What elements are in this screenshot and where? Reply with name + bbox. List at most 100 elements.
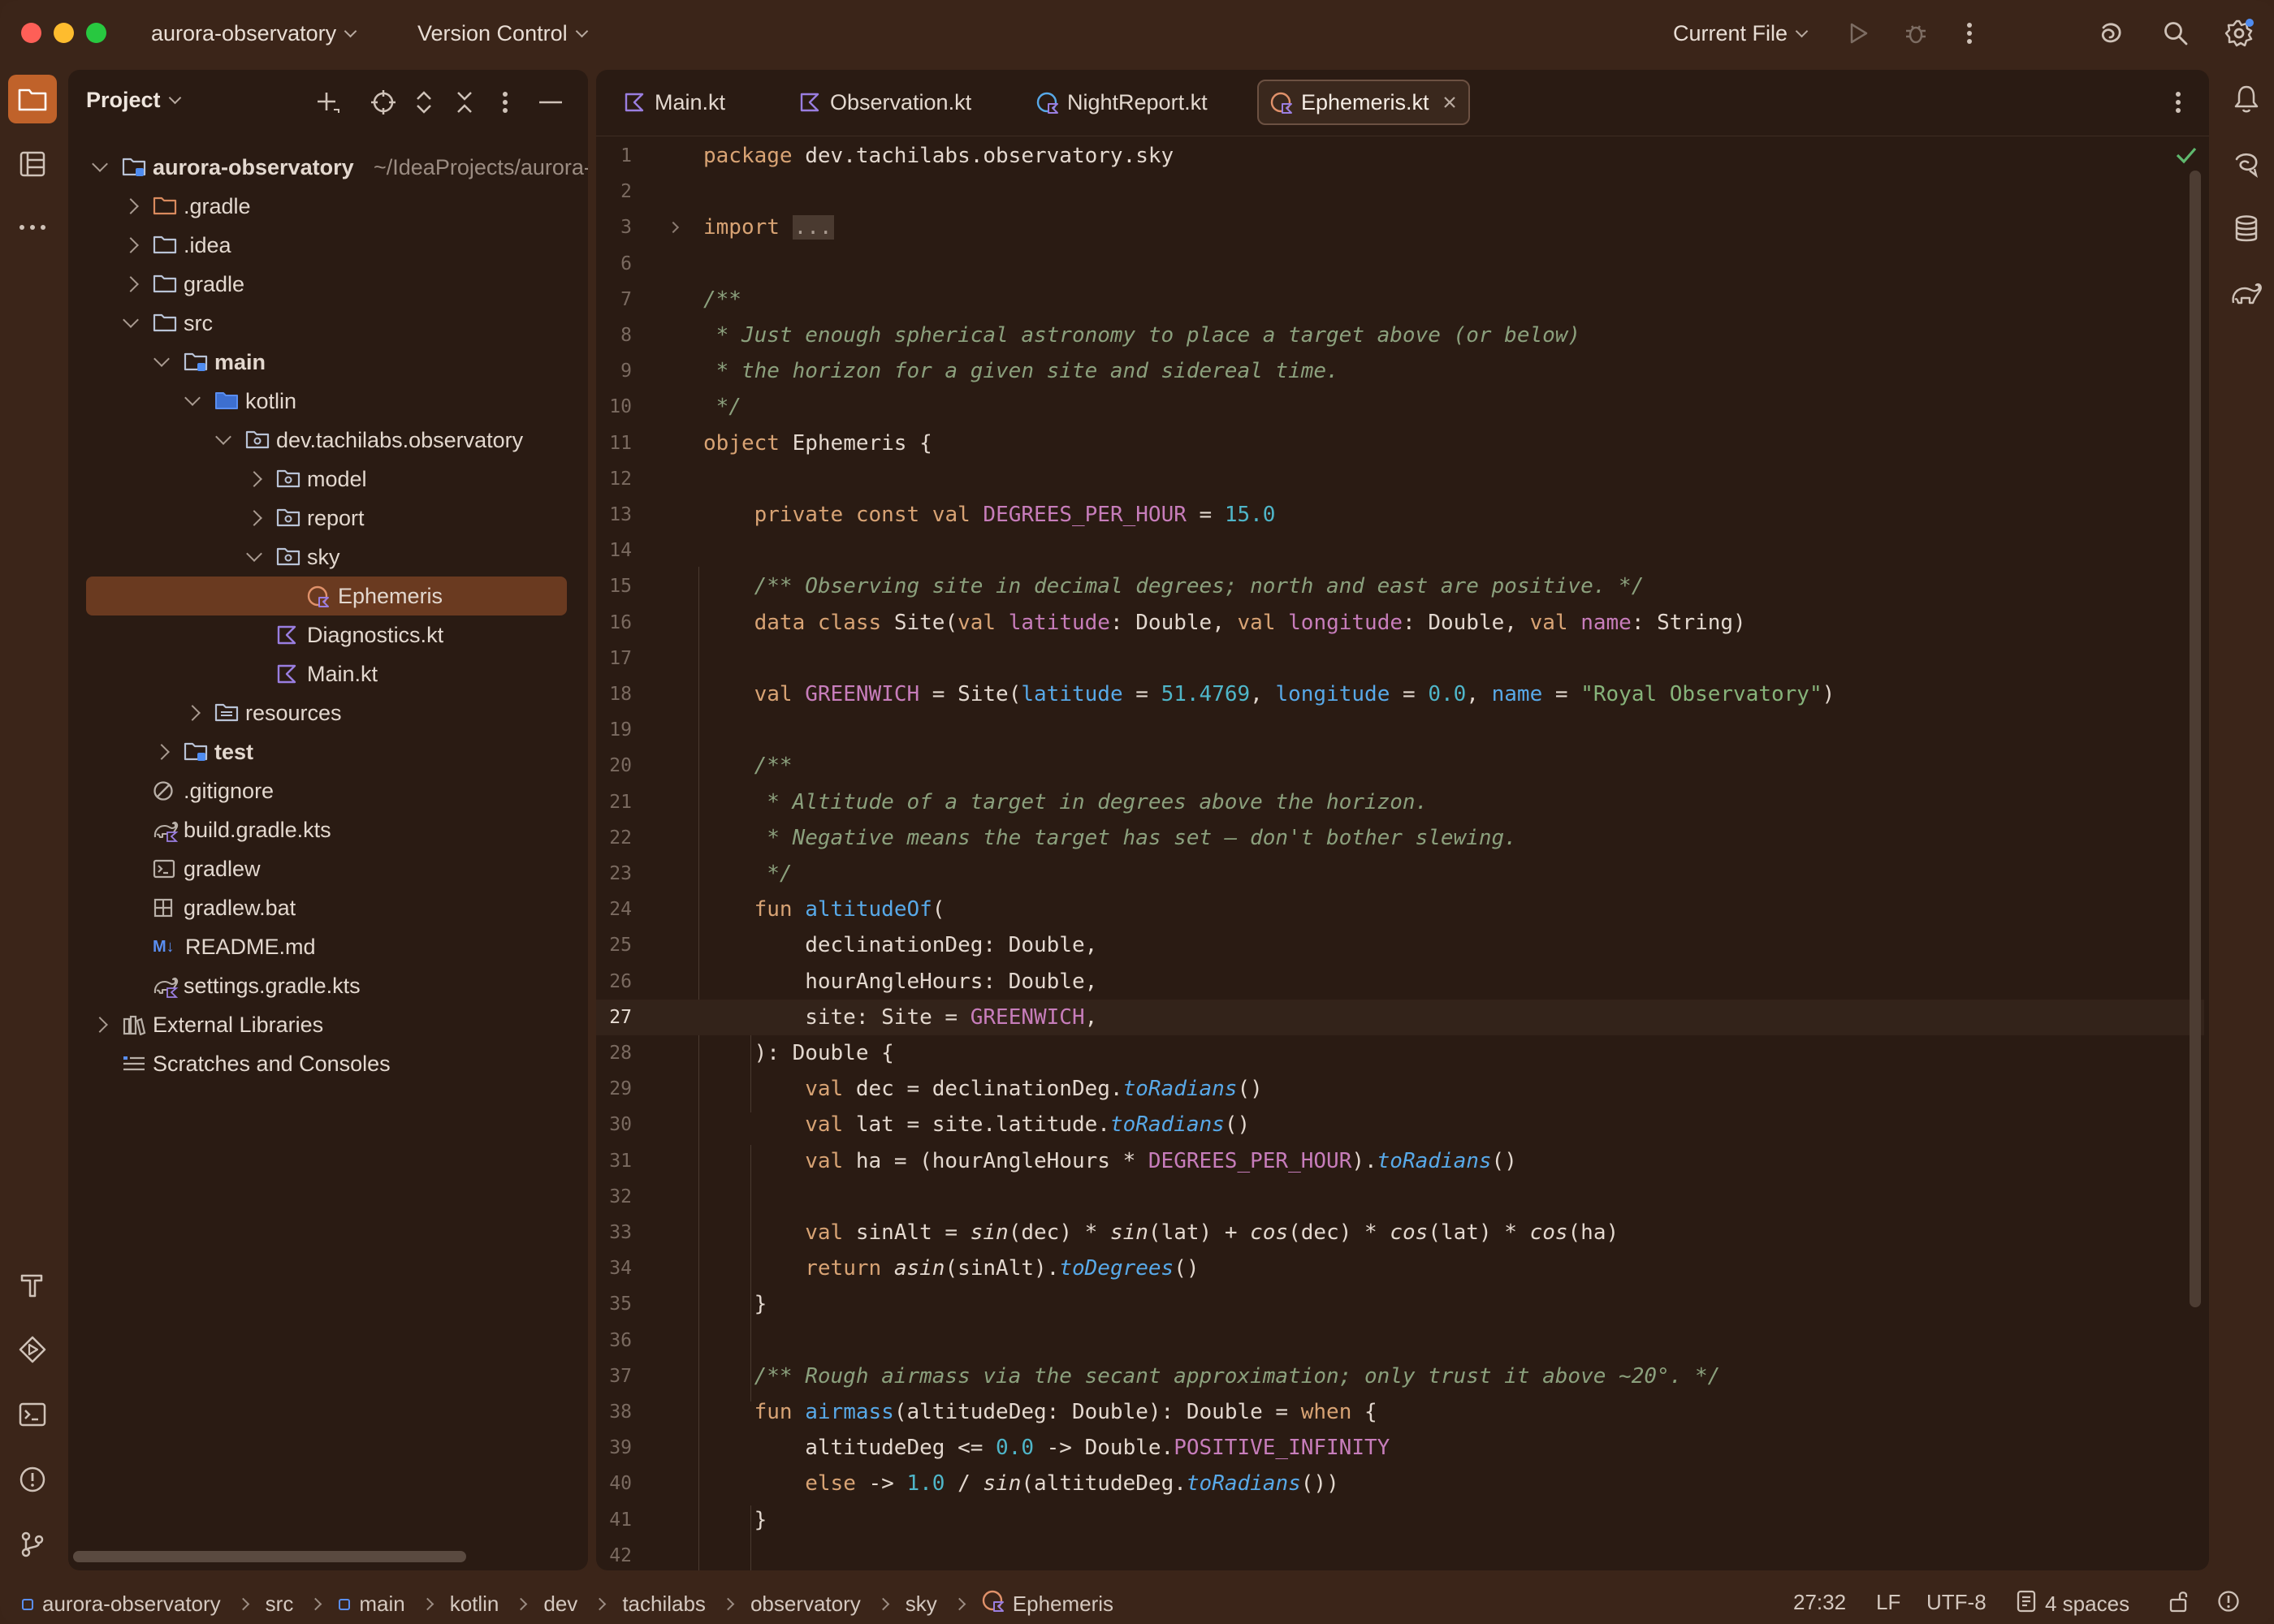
problems-indicator[interactable] [2217, 1590, 2240, 1618]
code-line[interactable]: 34 return asin(sinAlt).toDegrees() [596, 1250, 2204, 1286]
code-line[interactable]: 20 /** [596, 748, 2204, 784]
chevron-down-icon[interactable] [184, 390, 201, 406]
tree-item[interactable]: sky [68, 538, 588, 577]
ai-assistant-icon[interactable] [2094, 16, 2128, 50]
tab-ephemeris-kt[interactable]: Ephemeris.kt [1257, 80, 1470, 125]
code-line[interactable]: 30 val lat = site.latitude.toRadians() [596, 1107, 2204, 1142]
code-line[interactable]: 18 val GREENWICH = Site(latitude = 51.47… [596, 676, 2204, 712]
code-line[interactable]: 2 [596, 174, 2204, 209]
code-line[interactable]: 27 site: Site = GREENWICH, [596, 999, 2204, 1035]
tab-main-kt[interactable]: Main.kt [612, 80, 737, 125]
tree-item[interactable]: settings.gradle.kts [68, 966, 588, 1005]
file-encoding[interactable]: UTF-8 [1926, 1590, 1987, 1615]
breadcrumb-item[interactable]: kotlin [450, 1592, 499, 1617]
code-line[interactable]: 31 val ha = (hourAngleHours * DEGREES_PE… [596, 1143, 2204, 1179]
project-switcher[interactable]: aurora-observatory [151, 18, 357, 49]
close-window-button[interactable] [21, 23, 41, 43]
code-line[interactable]: 22 * Negative means the target has set —… [596, 820, 2204, 856]
run-config-selector[interactable]: Current File [1673, 18, 1809, 49]
tree-item[interactable]: .gitignore [68, 771, 588, 810]
minimize-window-button[interactable] [54, 23, 74, 43]
structure-tool-button[interactable] [8, 140, 57, 188]
notifications-button[interactable] [2222, 75, 2271, 123]
line-number[interactable]: 7 [596, 289, 632, 310]
chevron-right-icon[interactable] [123, 276, 139, 292]
breadcrumb-item[interactable]: src [266, 1592, 294, 1617]
expand-all-icon[interactable] [409, 88, 439, 117]
more-vertical-icon[interactable] [491, 88, 520, 117]
chevron-down-icon[interactable] [215, 429, 231, 445]
line-number[interactable]: 37 [596, 1366, 632, 1387]
line-number[interactable]: 11 [596, 433, 632, 454]
line-number[interactable]: 31 [596, 1151, 632, 1172]
line-number[interactable]: 42 [596, 1545, 632, 1566]
chevron-right-icon[interactable] [153, 744, 170, 760]
chevron-right-icon[interactable] [123, 237, 139, 253]
code-line[interactable]: 15 /** Observing site in decimal degrees… [596, 568, 2204, 604]
tree-item[interactable]: .idea [68, 226, 588, 265]
code-line[interactable]: 39 altitudeDeg <= 0.0 -> Double.POSITIVE… [596, 1430, 2204, 1466]
chevron-right-icon[interactable] [246, 471, 262, 487]
tree-item[interactable]: gradlew.bat [68, 888, 588, 927]
fold-chevron-icon[interactable] [667, 222, 680, 234]
chevron-right-icon[interactable] [246, 510, 262, 526]
line-number[interactable]: 18 [596, 684, 632, 705]
chevron-down-icon[interactable] [92, 156, 108, 172]
project-tool-button[interactable] [8, 75, 57, 123]
more-vertical-icon[interactable] [1952, 16, 1987, 50]
tree-item[interactable]: gradle [68, 265, 588, 304]
code-line[interactable]: 38 fun airmass(altitudeDeg: Double): Dou… [596, 1394, 2204, 1430]
code-line[interactable]: 25 declinationDeg: Double, [596, 927, 2204, 963]
code-line[interactable]: 26 hourAngleHours: Double, [596, 964, 2204, 1000]
code-line[interactable]: 40 else -> 1.0 / sin(altitudeDeg.toRadia… [596, 1466, 2204, 1501]
line-number[interactable]: 10 [596, 396, 632, 417]
line-number[interactable]: 32 [596, 1186, 632, 1207]
code-line[interactable]: 28 ): Double { [596, 1035, 2204, 1071]
line-number[interactable]: 9 [596, 361, 632, 382]
code-line[interactable]: 1 package dev.tachilabs.observatory.sky [596, 138, 2204, 174]
hide-panel-icon[interactable] [536, 88, 565, 117]
line-number[interactable]: 39 [596, 1437, 632, 1458]
new-file-icon[interactable] [313, 88, 343, 117]
code-line[interactable]: 19 [596, 712, 2204, 748]
code-line[interactable]: 24 fun altitudeOf( [596, 892, 2204, 927]
collapse-all-icon[interactable] [450, 88, 479, 117]
line-number[interactable]: 22 [596, 827, 632, 849]
code-line[interactable]: 29 val dec = declinationDeg.toRadians() [596, 1071, 2204, 1107]
tree-item[interactable]: Scratches and Consoles [68, 1044, 588, 1083]
breadcrumb-item[interactable]: aurora-observatory [42, 1592, 221, 1617]
tab-observation-kt[interactable]: Observation.kt [788, 80, 983, 125]
line-number[interactable]: 33 [596, 1222, 632, 1243]
debug-icon[interactable] [1899, 16, 1933, 50]
tree-item[interactable]: main [68, 343, 588, 382]
ai-chat-button[interactable] [2222, 140, 2271, 188]
code-line[interactable]: 12 [596, 461, 2204, 497]
git-tool-button[interactable] [8, 1520, 57, 1569]
close-tab-icon[interactable] [1442, 90, 1457, 115]
code-line[interactable]: 16 data class Site(val latitude: Double,… [596, 605, 2204, 641]
tree-item[interactable]: aurora-observatory ~/IdeaProjects/aurora- [68, 148, 588, 187]
line-number[interactable]: 34 [596, 1258, 632, 1279]
line-number[interactable]: 36 [596, 1330, 632, 1351]
code-line[interactable]: 23 */ [596, 856, 2204, 892]
indent-setting[interactable]: 4 spaces [2016, 1590, 2129, 1618]
code-line[interactable]: 32 [596, 1179, 2204, 1215]
chevron-down-icon[interactable] [246, 546, 262, 562]
breadcrumb-item[interactable]: sky [906, 1592, 937, 1617]
code-line[interactable]: 37 /** Rough airmass via the secant appr… [596, 1358, 2204, 1394]
code-line[interactable]: 17 [596, 641, 2204, 676]
tab-options-icon[interactable] [2164, 88, 2193, 117]
tree-item[interactable]: Diagnostics.kt [68, 615, 588, 654]
line-number[interactable]: 26 [596, 971, 632, 992]
tab-nightreport-kt[interactable]: NightReport.kt [1025, 80, 1219, 125]
breadcrumb-item[interactable]: Ephemeris [1013, 1592, 1113, 1617]
breadcrumb-item[interactable]: dev [543, 1592, 577, 1617]
tree-item[interactable]: M↓ README.md [68, 927, 588, 966]
tree-item[interactable]: dev.tachilabs.observatory [68, 421, 588, 460]
project-view-selector[interactable]: Project [86, 88, 181, 113]
line-number[interactable]: 28 [596, 1043, 632, 1064]
code-line[interactable]: 11 object Ephemeris { [596, 425, 2204, 461]
tree-item[interactable]: report [68, 499, 588, 538]
settings-gear-icon[interactable] [2222, 16, 2256, 50]
line-number[interactable]: 19 [596, 719, 632, 741]
